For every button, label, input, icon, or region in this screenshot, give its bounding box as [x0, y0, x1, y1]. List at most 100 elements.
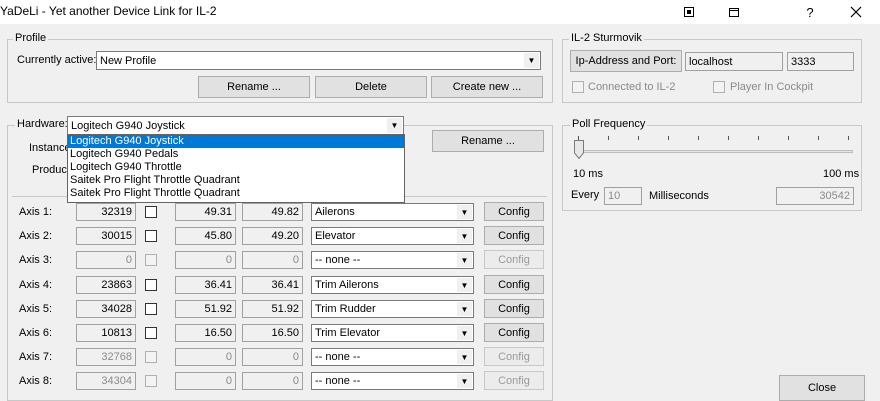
profile-delete-button[interactable]: Delete [315, 76, 427, 98]
axis-value-2: 49.82 [242, 203, 303, 221]
axis-label: Axis 4: [19, 279, 53, 291]
chevron-down-icon[interactable]: ▼ [457, 205, 472, 219]
axis-raw-value: 34304 [76, 372, 136, 390]
axis-config-button[interactable]: Config [484, 347, 544, 366]
axis-value-1: 36.41 [175, 276, 236, 294]
axis-value-2: 0 [242, 372, 303, 390]
dropdown-option[interactable]: Logitech G940 Joystick [68, 135, 404, 148]
slider-tick [788, 136, 789, 140]
close-icon [850, 6, 862, 18]
axis-config-button[interactable]: Config [484, 323, 544, 342]
layout-button[interactable] [711, 0, 757, 24]
dropdown-option[interactable]: Saitek Pro Flight Throttle Quadrant [68, 187, 404, 200]
slider-tick [638, 136, 639, 140]
window-title: YaDeLi - Yet another Device Link for IL-… [0, 4, 217, 18]
axis-assign-value: Ailerons [315, 206, 355, 218]
axis-config-button[interactable]: Config [484, 202, 544, 221]
axis-config-button[interactable]: Config [484, 226, 544, 245]
profile-legend: Profile [13, 32, 49, 44]
chevron-down-icon[interactable]: ▼ [457, 278, 472, 292]
axis-invert-checkbox[interactable] [145, 254, 157, 266]
slider-tick [668, 136, 669, 140]
dropdown-option[interactable]: Logitech G940 Pedals [68, 148, 404, 161]
poll-slider-track[interactable] [574, 150, 853, 153]
product-label: Product [32, 164, 70, 176]
profile-select-value: New Profile [100, 54, 157, 67]
axis-assign-value: -- none -- [315, 375, 361, 387]
axis-assign-select[interactable]: Ailerons ▼ [311, 203, 474, 221]
pin-button[interactable] [666, 0, 712, 24]
slider-tick [698, 136, 699, 140]
axis-assign-value: Trim Ailerons [315, 279, 379, 291]
axis-value-2: 36.41 [242, 276, 303, 294]
help-icon: ? [806, 4, 814, 20]
slider-tick [578, 136, 579, 140]
slider-tick [728, 136, 729, 140]
profile-rename-button[interactable]: Rename ... [198, 76, 310, 98]
axis-assign-select[interactable]: Trim Elevator ▼ [311, 324, 474, 342]
axis-value-1: 0 [175, 251, 236, 269]
chevron-down-icon[interactable]: ▼ [457, 253, 472, 267]
axis-invert-checkbox[interactable] [145, 230, 157, 242]
close-window-button[interactable] [833, 0, 879, 24]
every-field[interactable]: 10 [604, 187, 642, 205]
axis-assign-select[interactable]: -- none -- ▼ [311, 348, 474, 366]
chevron-down-icon[interactable]: ▼ [457, 350, 472, 364]
profile-create-button[interactable]: Create new ... [431, 76, 543, 98]
chevron-down-icon[interactable]: ▼ [457, 326, 472, 340]
ip-address-button[interactable]: Ip-Address and Port: [570, 50, 682, 72]
poll-frequency-legend: Poll Frequency [570, 118, 648, 130]
axis-config-button[interactable]: Config [484, 299, 544, 318]
dropdown-option[interactable]: Logitech G940 Throttle [68, 161, 404, 174]
hardware-dropdown-list[interactable]: Logitech G940 Joystick Logitech G940 Ped… [67, 134, 405, 203]
axis-value-2: 0 [242, 251, 303, 269]
axis-config-button[interactable]: Config [484, 371, 544, 390]
axis-assign-value: Elevator [315, 230, 356, 242]
host-field[interactable]: localhost [685, 52, 783, 71]
axis-raw-value: 23863 [76, 276, 136, 294]
hardware-select[interactable]: Logitech G940 Joystick ▼ [67, 116, 404, 135]
close-button[interactable]: Close [779, 375, 865, 401]
dropdown-option[interactable]: Saitek Pro Flight Throttle Quadrant [68, 174, 404, 187]
player-in-cockpit-checkbox[interactable] [713, 81, 725, 93]
every-label: Every [571, 189, 600, 201]
hardware-legend: Hardware: [15, 118, 70, 130]
hardware-rename-button[interactable]: Rename ... [432, 130, 544, 152]
currently-active-label: Currently active: [17, 54, 97, 66]
axis-invert-checkbox[interactable] [145, 375, 157, 387]
chevron-down-icon[interactable]: ▼ [457, 229, 472, 243]
axis-raw-value: 30015 [76, 227, 136, 245]
axis-invert-checkbox[interactable] [145, 327, 157, 339]
poll-max-label: 100 ms [823, 168, 860, 180]
slider-tick [608, 136, 609, 140]
axis-config-button[interactable]: Config [484, 275, 544, 294]
axis-assign-select[interactable]: Elevator ▼ [311, 227, 474, 245]
axis-assign-select[interactable]: -- none -- ▼ [311, 372, 474, 390]
axis-value-1: 51.92 [175, 300, 236, 318]
axis-assign-value: Trim Elevator [315, 327, 380, 339]
hardware-select-value: Logitech G940 Joystick [71, 119, 185, 132]
axis-value-1: 0 [175, 372, 236, 390]
axis-invert-checkbox[interactable] [145, 279, 157, 291]
axis-value-2: 0 [242, 348, 303, 366]
chevron-down-icon[interactable]: ▼ [524, 53, 539, 68]
poll-slider-thumb[interactable] [574, 140, 584, 160]
axis-invert-checkbox[interactable] [145, 351, 157, 363]
port-field[interactable]: 3333 [787, 52, 854, 71]
chevron-down-icon[interactable]: ▼ [457, 374, 472, 388]
axis-raw-value: 34028 [76, 300, 136, 318]
axis-invert-checkbox[interactable] [145, 206, 157, 218]
chevron-down-icon[interactable]: ▼ [387, 118, 402, 133]
axis-assign-select[interactable]: Trim Ailerons ▼ [311, 276, 474, 294]
axis-assign-select[interactable]: -- none -- ▼ [311, 251, 474, 269]
slider-tick [758, 136, 759, 140]
axis-config-button[interactable]: Config [484, 250, 544, 269]
connected-checkbox[interactable] [572, 81, 584, 93]
profile-select[interactable]: New Profile ▼ [96, 51, 541, 70]
axis-value-2: 49.20 [242, 227, 303, 245]
chevron-down-icon[interactable]: ▼ [457, 302, 472, 316]
axis-assign-value: -- none -- [315, 254, 361, 266]
help-button[interactable]: ? [787, 0, 833, 24]
axis-assign-select[interactable]: Trim Rudder ▼ [311, 300, 474, 318]
axis-invert-checkbox[interactable] [145, 303, 157, 315]
